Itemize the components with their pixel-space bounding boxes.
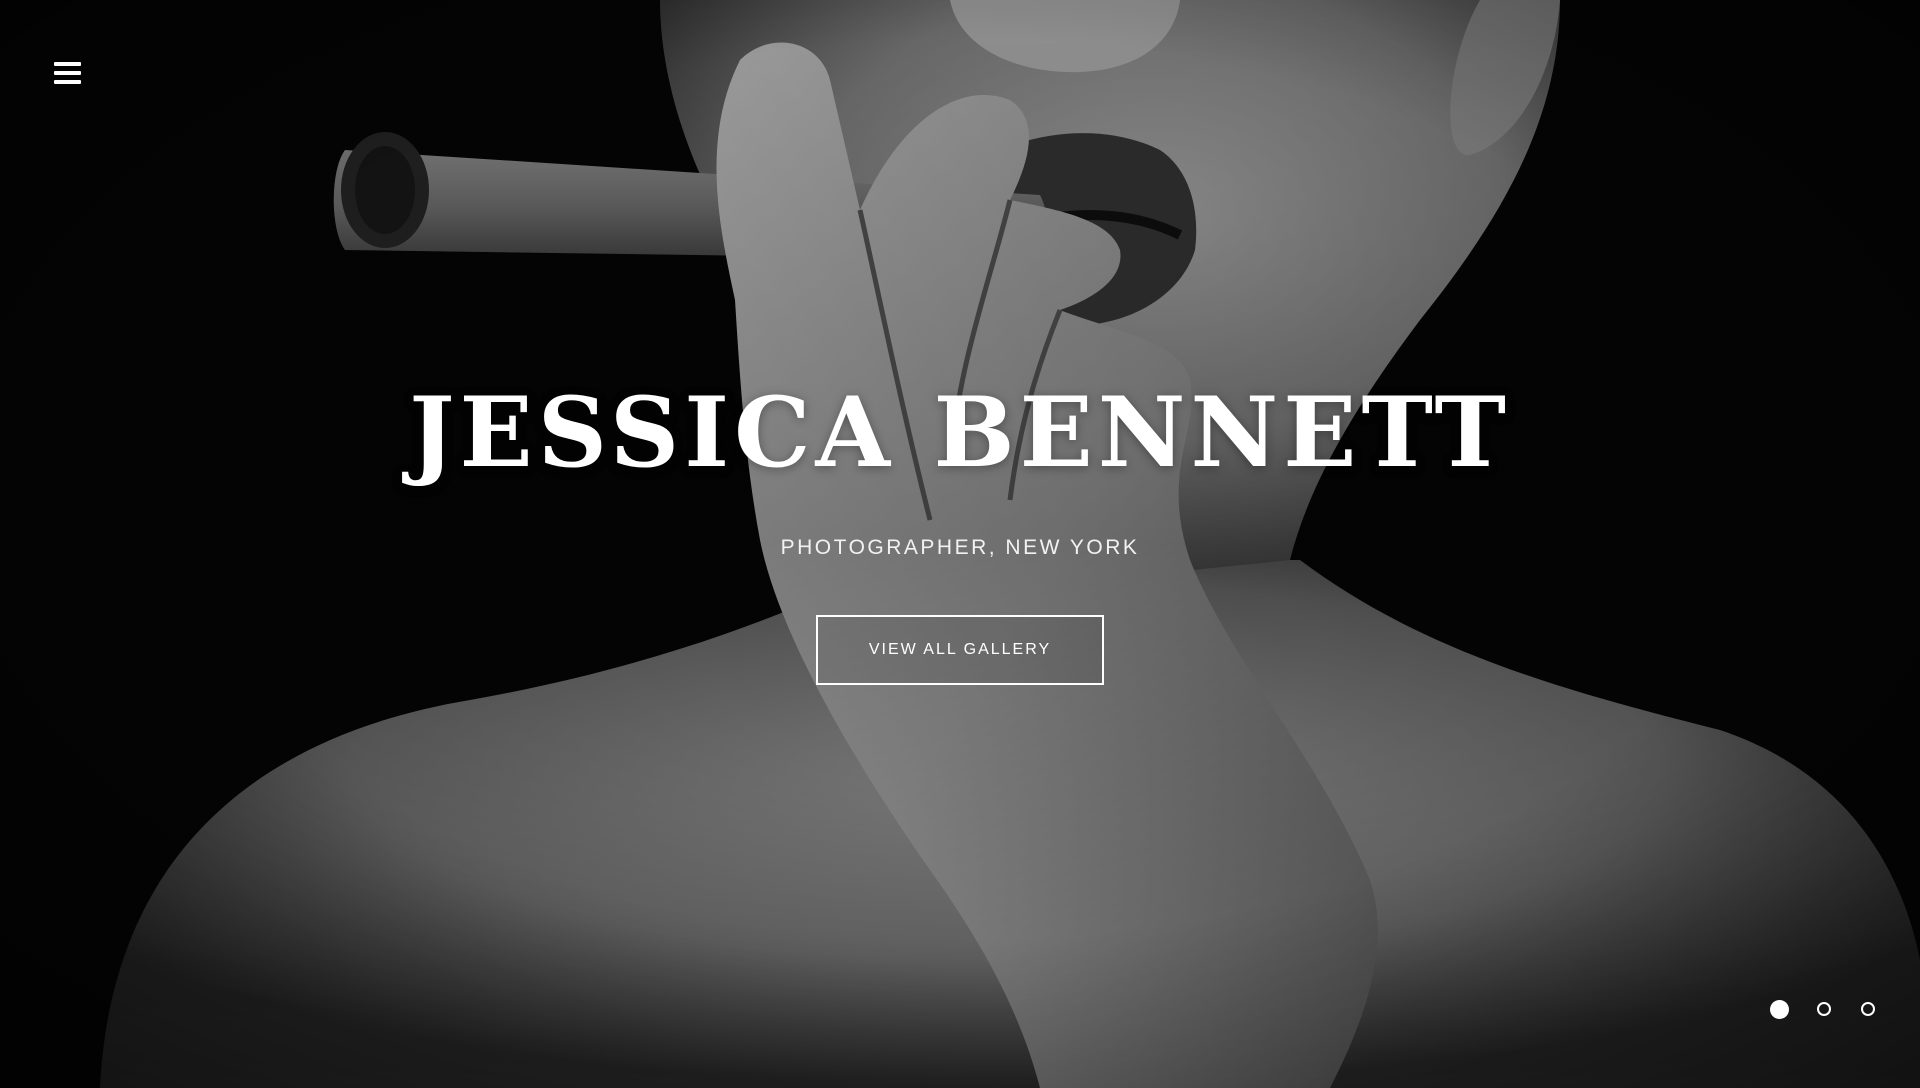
view-all-gallery-button[interactable]: VIEW ALL GALLERY xyxy=(816,615,1104,685)
hamburger-menu-icon[interactable] xyxy=(52,58,84,88)
menu-line xyxy=(54,62,81,66)
menu-line xyxy=(54,80,81,84)
hero-subtitle: PHOTOGRAPHER, NEW YORK xyxy=(780,536,1140,559)
hero-section: JESSICA BENNETT PHOTOGRAPHER, NEW YORK V… xyxy=(0,0,1920,1088)
slider-dot-1[interactable] xyxy=(1770,1000,1789,1019)
slider-dot-2[interactable] xyxy=(1817,1002,1831,1016)
hero-title: JESSICA BENNETT xyxy=(409,376,1511,489)
slider-dot-3[interactable] xyxy=(1861,1002,1875,1016)
menu-line xyxy=(54,71,81,75)
slider-pagination xyxy=(1770,1000,1890,1020)
